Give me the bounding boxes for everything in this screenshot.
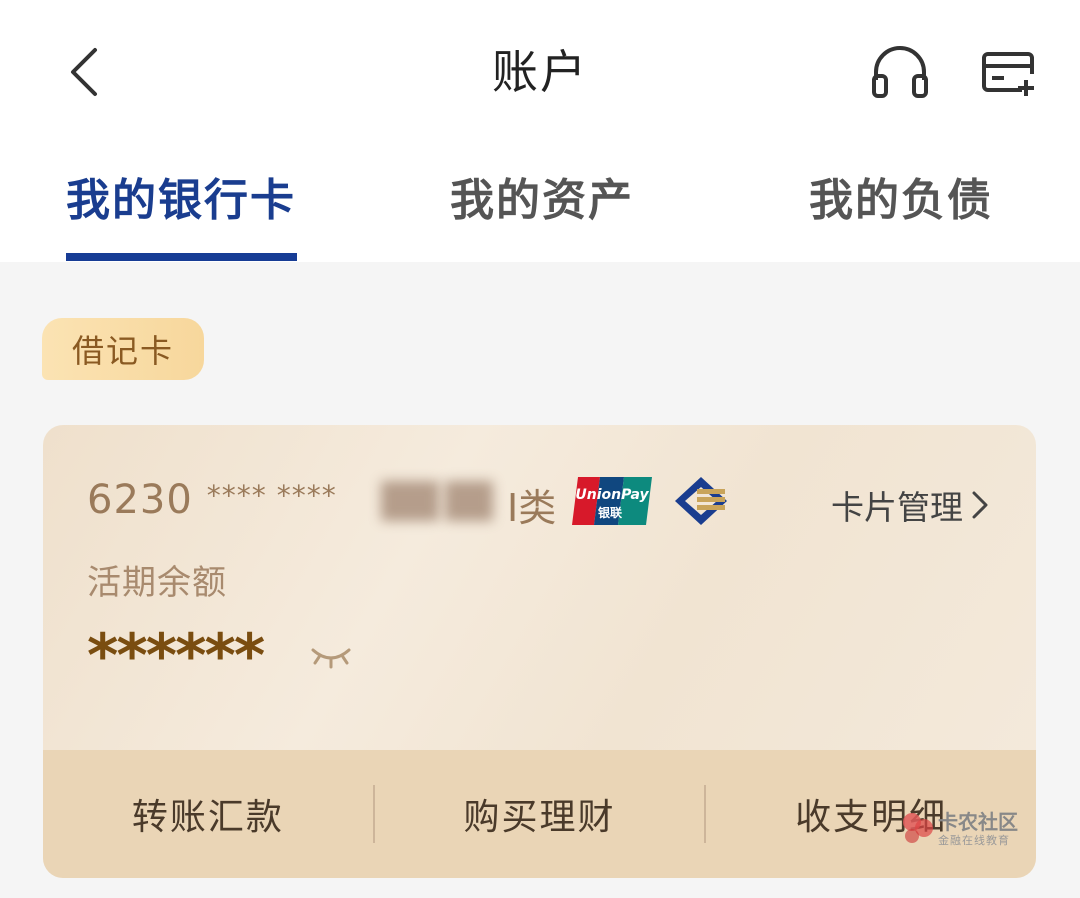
card-action-bar: 转账汇款 购买理财 收支明细 — [43, 750, 1036, 878]
card-number: 6230 **** **** — [87, 477, 337, 523]
buy-wealth-button[interactable]: 购买理财 — [375, 788, 705, 840]
unionpay-logo-subtext: 银联 — [598, 505, 622, 520]
customer-service-button[interactable] — [868, 40, 932, 104]
headset-icon — [872, 46, 928, 98]
redacted-digits — [381, 481, 439, 521]
balance-value: ****** — [87, 621, 265, 691]
tab-active-indicator — [66, 253, 297, 261]
transfer-button[interactable]: 转账汇款 — [43, 788, 373, 840]
add-card-icon — [982, 52, 1034, 96]
card-class-label: I类 — [507, 486, 557, 530]
chevron-right-icon — [972, 491, 988, 519]
redacted-digits — [445, 481, 493, 521]
balance-label: 活期余额 — [87, 563, 227, 603]
tab-my-assets[interactable]: 我的资产 — [450, 164, 634, 228]
add-card-button[interactable] — [978, 40, 1042, 104]
bank-card[interactable]: 6230 **** **** I类 UnionPay 银联 卡片管理 活期余额 *… — [43, 425, 1036, 878]
bank-logo — [673, 475, 733, 527]
top-bar: 账户 我的银行卡 我的资产 我的负债 — [0, 0, 1080, 262]
unionpay-logo: UnionPay 银联 — [570, 475, 654, 527]
card-manage-link[interactable]: 卡片管理 — [831, 481, 989, 529]
watermark-logo-icon — [903, 813, 933, 843]
eye-closed-icon — [311, 648, 351, 669]
watermark-subtitle: 金融在线教育 — [938, 834, 1010, 847]
watermark-title: 卡农社区 — [938, 810, 1018, 834]
card-type-badge: 借记卡 — [42, 318, 204, 380]
toggle-balance-visibility[interactable] — [309, 640, 353, 672]
card-number-masked: **** **** — [206, 479, 337, 512]
tab-my-bank-cards[interactable]: 我的银行卡 — [66, 164, 296, 228]
card-number-prefix: 6230 — [87, 477, 193, 523]
watermark: 卡农社区 金融在线教育 — [900, 806, 1030, 852]
card-manage-label: 卡片管理 — [831, 488, 963, 527]
tab-my-liabilities[interactable]: 我的负债 — [809, 164, 993, 228]
unionpay-logo-text: UnionPay — [575, 487, 649, 503]
